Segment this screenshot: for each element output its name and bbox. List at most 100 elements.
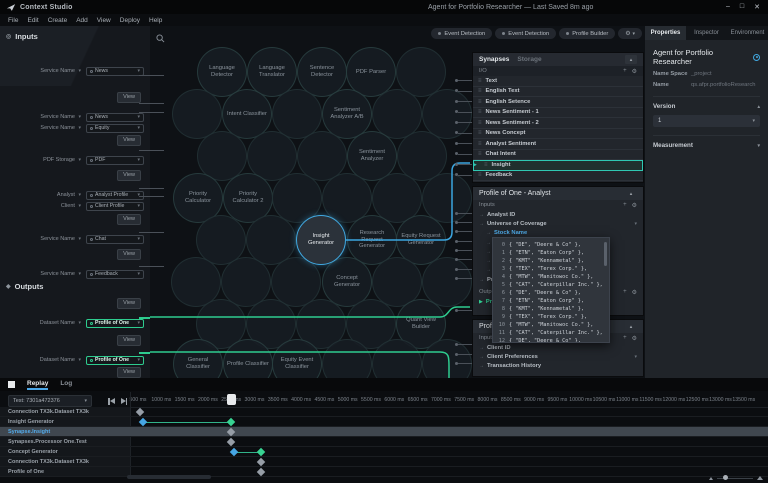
menu-view[interactable]: View [97,17,111,24]
view-button[interactable]: View [117,92,141,103]
synapse-item-english-setence[interactable]: ≡English Setence [473,97,643,108]
stop-button[interactable] [8,381,15,388]
synapse-item-analyst-sentiment[interactable]: ≡Analyst Sentiment [473,139,643,150]
event-marker-gray[interactable] [257,458,265,466]
time-ruler[interactable]: 500 ms1000 ms1500 ms2000 ms2500 ms3000 m… [130,392,768,408]
skip-to-end-button[interactable] [121,398,128,405]
connector-value-select[interactable]: Equity▾ [86,124,144,133]
timeline-scrollbar-thumb[interactable] [127,475,211,479]
connector-label[interactable]: PDF Storage ▾ [43,157,81,163]
synapse-item-feedback[interactable]: ≡Feedback [473,171,643,182]
timeline-tab-log[interactable]: Log [60,380,72,390]
synapse-item-news-sentiment-1[interactable]: ≡News Sentiment - 1 [473,108,643,119]
skip-to-start-button[interactable] [108,398,115,405]
connector-label[interactable]: Dataset Name ▾ [40,357,81,363]
toolbar-pill-2[interactable]: Profile Builder [559,28,615,39]
maximize-button[interactable]: □ [740,3,744,11]
timeline-track-row[interactable]: Connection TX3k.Dataset TX3k [0,457,768,467]
connector-value-select[interactable]: Profile of One▾ [86,319,144,328]
event-marker-green[interactable] [257,448,265,456]
version-section-header[interactable]: Version ▴ [653,96,760,110]
client-item-client-id[interactable]: →Client ID [473,343,643,352]
tab-properties[interactable]: Properties [645,26,686,40]
analyst-item-analyst-id[interactable]: →Analyst ID [473,210,643,219]
collapse-analyst-button[interactable]: ▴ [625,189,637,198]
add-output-button[interactable]: + [623,289,627,296]
connector-value-select[interactable]: PDF▾ [86,156,144,165]
synapse-item-news-sentiment-2[interactable]: ≡News Sentiment - 2 [473,118,643,129]
event-marker-gray[interactable] [257,468,265,476]
connector-value-select[interactable]: Profile of One▾ [86,356,144,365]
zoom-slider[interactable] [717,478,753,479]
connector-label[interactable]: Service Name ▾ [40,271,81,277]
tab-synapses[interactable]: Synapses [479,56,509,63]
connector-label[interactable]: Client ▾ [61,203,81,209]
client-item-client-preferences[interactable]: →Client Preferences▾ [473,352,643,361]
connector-label[interactable]: Analyst ▾ [57,192,81,198]
menu-file[interactable]: File [8,17,18,24]
menu-deploy[interactable]: Deploy [120,17,140,24]
minimize-button[interactable]: – [726,3,730,11]
playhead-marker[interactable] [227,394,236,405]
view-button[interactable]: View [117,170,141,181]
tab-inspector[interactable]: Inspector [686,26,727,40]
event-marker-blue[interactable] [229,448,237,456]
search-icon[interactable] [156,30,165,48]
event-marker-gray[interactable] [227,438,235,446]
add-input-button[interactable]: + [623,202,627,209]
version-select[interactable]: 1 ▾ [653,115,760,127]
event-marker-gray[interactable] [136,408,144,416]
zoom-out-icon[interactable] [709,477,713,480]
connector-value-select[interactable]: Client Profile▾ [86,202,144,211]
event-marker-green[interactable] [227,418,235,426]
node-canvas[interactable]: Language DetectorLanguage TranslatorSent… [150,26,645,378]
test-run-select[interactable]: Test: 7301a472376 ▾ [8,395,92,407]
collapse-synapses-button[interactable]: ▴ [625,55,637,64]
event-marker-blue[interactable] [138,418,146,426]
view-button[interactable]: View [117,135,141,146]
toolbar-pill-0[interactable]: Event Detection [431,28,492,39]
timeline-tab-replay[interactable]: Replay [27,380,48,390]
timeline-track-row[interactable]: Synapse.Insight [0,427,768,437]
synapse-item-chat-intent[interactable]: ≡Chat Intent [473,150,643,161]
menu-help[interactable]: Help [149,17,162,24]
synapse-settings-icon[interactable]: ⚙ [632,68,637,75]
timeline-track-row[interactable]: Connection TX3k.Dataset TX3k [0,407,768,417]
view-button[interactable]: View [117,335,141,346]
connector-label[interactable]: Service Name ▾ [40,114,81,120]
collapse-client-button[interactable]: ▴ [625,322,637,331]
connector-value-select[interactable]: News▾ [86,113,144,122]
connector-label[interactable]: Dataset Name ▾ [40,320,81,326]
timeline-track-row[interactable]: Synapses.Processor One.Test [0,437,768,447]
view-button[interactable]: View [117,298,141,309]
analyst-panel-header[interactable]: Profile of One - Analyst ▴ [473,187,643,200]
canvas-settings-button[interactable]: ⚙▾ [618,28,642,39]
connector-label[interactable]: Service Name ▾ [40,68,81,74]
connector-label[interactable]: Service Name ▾ [40,125,81,131]
popup-scrollbar[interactable] [604,242,607,266]
view-button[interactable]: View [117,214,141,225]
add-synapse-button[interactable]: + [623,68,627,75]
menu-add[interactable]: Add [76,17,88,24]
synapse-item-insight[interactable]: ▶≡Insight [473,160,643,171]
tab-storage[interactable]: Storage [517,56,541,63]
tab-environment[interactable]: Environment [727,26,768,40]
view-button[interactable]: View [117,367,141,378]
view-button[interactable]: View [117,249,141,260]
menu-edit[interactable]: Edit [27,17,38,24]
locate-agent-icon[interactable] [753,54,760,61]
connector-value-select[interactable]: Analyst Profile▾ [86,191,144,200]
zoom-slider-knob[interactable] [723,475,728,480]
connector-label[interactable]: Service Name ▾ [40,236,81,242]
toolbar-pill-1[interactable]: Event Detection [495,28,556,39]
outputs-settings-icon[interactable]: ⚙ [632,289,637,296]
connector-value-select[interactable]: Chat▾ [86,235,144,244]
synapse-item-text[interactable]: ≡Text [473,76,643,87]
measurement-section-header[interactable]: Measurement ▾ [653,135,760,149]
zoom-in-icon[interactable] [757,476,763,480]
synapse-item-english-text[interactable]: ≡English Text [473,87,643,98]
node-insight-generator[interactable]: Insight Generator [296,215,346,265]
menu-create[interactable]: Create [48,17,68,24]
close-button[interactable]: ✕ [754,3,760,11]
analyst-item-universe-of-coverage[interactable]: →Universe of Coverage▾ [473,219,643,228]
